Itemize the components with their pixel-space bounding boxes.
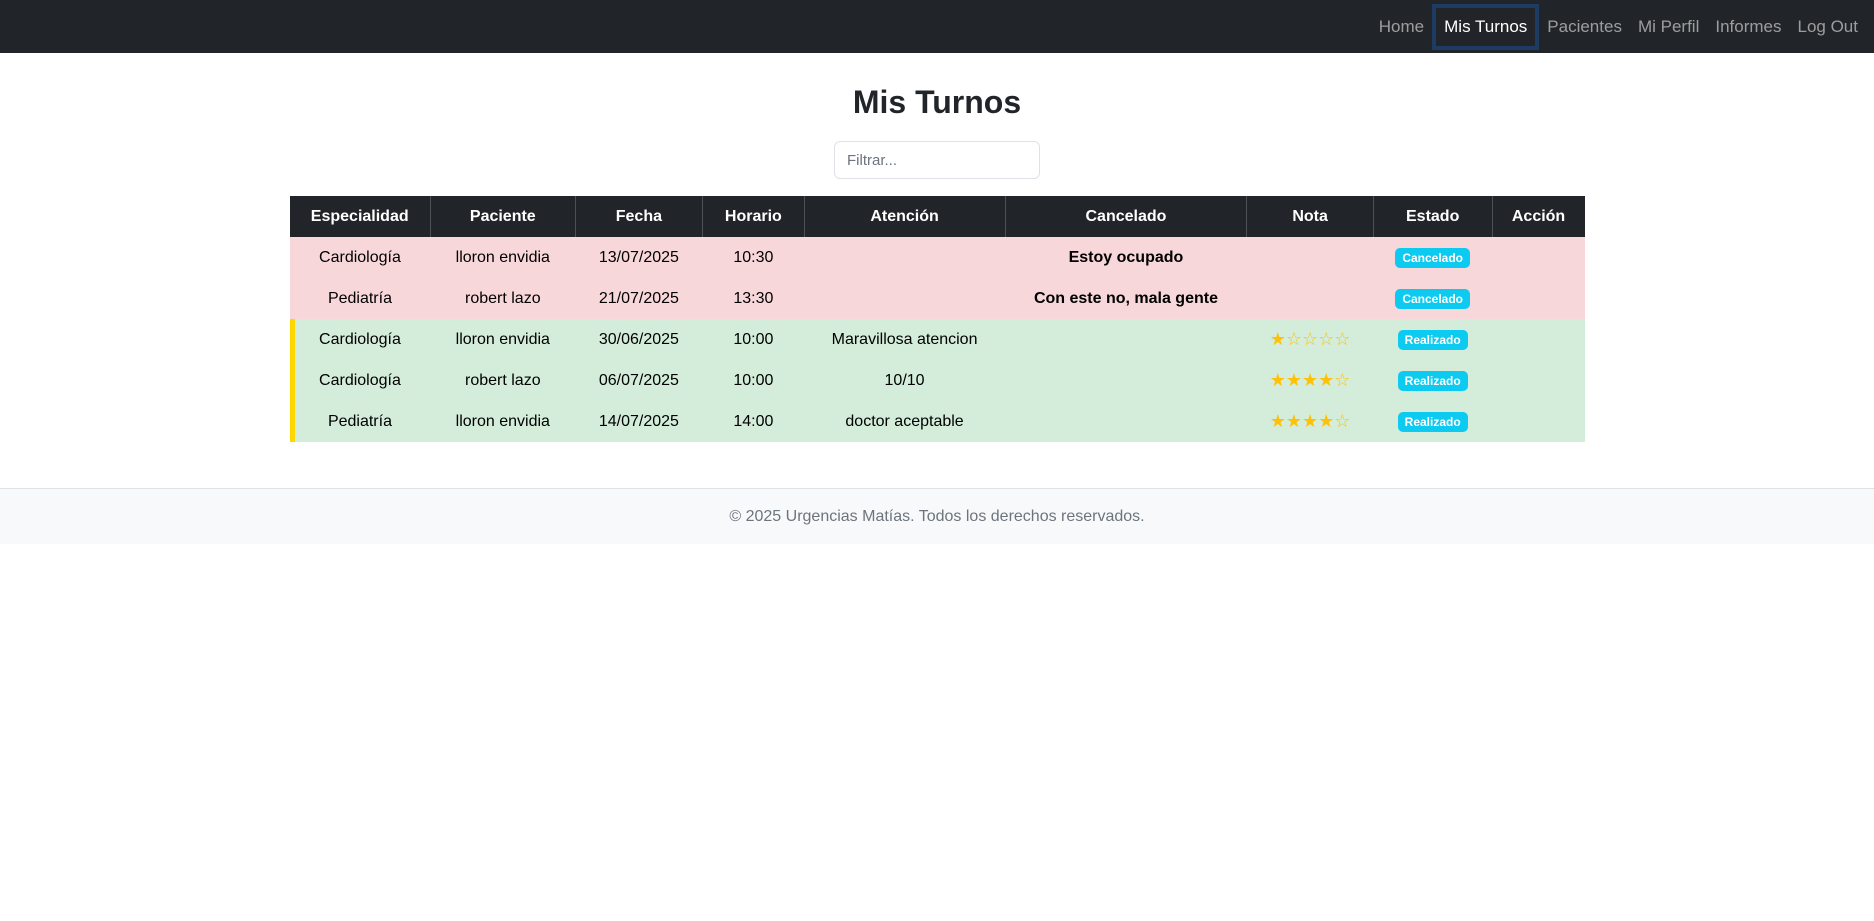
cell-nota: ★☆☆☆☆ — [1246, 319, 1374, 360]
table-header: Especialidad Paciente Fecha Horario Aten… — [289, 196, 1585, 237]
cell-cancelado: Con este no, mala gente — [1005, 278, 1247, 319]
status-badge: Cancelado — [1395, 247, 1471, 268]
cell-horario: 10:30 — [702, 237, 805, 278]
cell-accion — [1492, 401, 1585, 442]
nav-home[interactable]: Home — [1371, 0, 1432, 53]
cell-atencion: 10/10 — [804, 360, 1005, 401]
filter-input[interactable] — [834, 141, 1040, 179]
cell-accion — [1492, 360, 1585, 401]
header-especialidad: Especialidad — [289, 196, 431, 237]
cell-estado: Realizado — [1373, 360, 1493, 401]
page-footer: © 2025 Urgencias Matías. Todos los derec… — [0, 488, 1874, 544]
nav-informes[interactable]: Informes — [1707, 0, 1789, 53]
cell-fecha: 30/06/2025 — [575, 319, 703, 360]
cell-accion — [1492, 237, 1585, 278]
filter-container — [0, 141, 1874, 179]
cell-fecha: 21/07/2025 — [575, 278, 703, 319]
cell-cancelado — [1005, 401, 1247, 442]
cell-especialidad: Cardiología — [289, 237, 431, 278]
cell-nota: ★★★★☆ — [1246, 401, 1374, 442]
top-navbar: Home Mis Turnos Pacientes Mi Perfil Info… — [0, 0, 1874, 53]
cell-paciente: lloron envidia — [430, 401, 576, 442]
header-atencion: Atención — [804, 196, 1006, 237]
cell-estado: Realizado — [1373, 401, 1493, 442]
appointments-table: Especialidad Paciente Fecha Horario Aten… — [289, 196, 1585, 442]
table-row: Pediatría robert lazo 21/07/2025 13:30 C… — [289, 278, 1585, 319]
cell-fecha: 14/07/2025 — [575, 401, 703, 442]
nav-links: Home Mis Turnos Pacientes Mi Perfil Info… — [1371, 0, 1866, 53]
cell-paciente: lloron envidia — [430, 319, 576, 360]
appointments-table-container: Especialidad Paciente Fecha Horario Aten… — [289, 196, 1585, 442]
header-horario: Horario — [702, 196, 805, 237]
table-header-row: Especialidad Paciente Fecha Horario Aten… — [289, 196, 1585, 237]
nav-log-out[interactable]: Log Out — [1790, 0, 1867, 53]
status-badge: Cancelado — [1395, 288, 1471, 309]
star-rating-icon: ★★★★☆ — [1269, 370, 1351, 390]
cell-cancelado — [1005, 319, 1247, 360]
cell-nota — [1246, 278, 1374, 319]
header-estado: Estado — [1373, 196, 1493, 237]
cell-especialidad: Pediatría — [289, 401, 431, 442]
status-badge: Realizado — [1397, 411, 1468, 432]
header-nota: Nota — [1246, 196, 1374, 237]
cell-nota — [1246, 237, 1374, 278]
cell-cancelado — [1005, 360, 1247, 401]
cell-horario: 10:00 — [702, 360, 805, 401]
cell-paciente: robert lazo — [430, 278, 576, 319]
status-badge: Realizado — [1397, 370, 1468, 391]
cell-paciente: robert lazo — [430, 360, 576, 401]
header-fecha: Fecha — [575, 196, 704, 237]
cell-atencion: Maravillosa atencion — [804, 319, 1005, 360]
table-row: Cardiología lloron envidia 30/06/2025 10… — [289, 319, 1585, 360]
cell-paciente: lloron envidia — [430, 237, 576, 278]
cell-atencion — [804, 278, 1005, 319]
cell-estado: Cancelado — [1373, 237, 1493, 278]
table-body: Cardiología lloron envidia 13/07/2025 10… — [289, 237, 1585, 442]
nav-mi-perfil[interactable]: Mi Perfil — [1630, 0, 1707, 53]
cell-especialidad: Pediatría — [289, 278, 431, 319]
table-row: Pediatría lloron envidia 14/07/2025 14:0… — [289, 401, 1585, 442]
cell-horario: 14:00 — [702, 401, 805, 442]
cell-estado: Cancelado — [1373, 278, 1493, 319]
cell-horario: 13:30 — [702, 278, 805, 319]
header-cancelado: Cancelado — [1005, 196, 1248, 237]
cell-especialidad: Cardiología — [289, 360, 431, 401]
nav-pacientes[interactable]: Pacientes — [1539, 0, 1630, 53]
cell-fecha: 13/07/2025 — [575, 237, 703, 278]
star-rating-icon: ★★★★☆ — [1269, 411, 1351, 431]
table-row: Cardiología lloron envidia 13/07/2025 10… — [289, 237, 1585, 278]
cell-cancelado: Estoy ocupado — [1005, 237, 1247, 278]
cell-estado: Realizado — [1373, 319, 1493, 360]
table-row: Cardiología robert lazo 06/07/2025 10:00… — [289, 360, 1585, 401]
cell-accion — [1492, 278, 1585, 319]
status-badge: Realizado — [1397, 329, 1468, 350]
cell-nota: ★★★★☆ — [1246, 360, 1374, 401]
cell-accion — [1492, 319, 1585, 360]
header-accion: Acción — [1492, 196, 1585, 237]
cell-horario: 10:00 — [702, 319, 805, 360]
header-paciente: Paciente — [430, 196, 576, 237]
nav-mis-turnos[interactable]: Mis Turnos — [1432, 3, 1540, 50]
page-title: Mis Turnos — [852, 84, 1022, 120]
cell-fecha: 06/07/2025 — [575, 360, 703, 401]
cell-atencion — [804, 237, 1005, 278]
star-rating-icon: ★☆☆☆☆ — [1269, 329, 1351, 349]
cell-atencion: doctor aceptable — [804, 401, 1005, 442]
cell-especialidad: Cardiología — [289, 319, 431, 360]
